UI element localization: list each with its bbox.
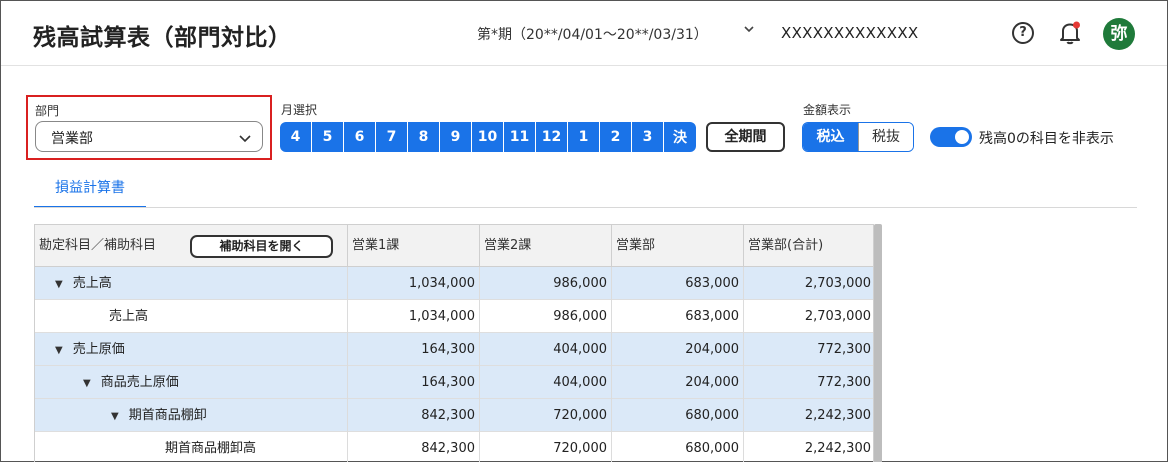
header-column[interactable]: 営業1課 (347, 225, 479, 267)
month-button-3[interactable]: 3 (632, 122, 664, 152)
cell-value: 404,000 (479, 333, 611, 366)
header-column[interactable]: 営業2課 (479, 225, 611, 267)
row-label-wrap: ▼ 期首商品棚卸 (111, 399, 207, 432)
amount-display-label: 金額表示 (803, 103, 852, 117)
cell-value: 2,703,000 (743, 300, 873, 333)
chevron-down-icon[interactable] (743, 23, 755, 39)
month-button-1[interactable]: 1 (568, 122, 600, 152)
row-label: 売上高 (109, 309, 149, 324)
period-selector[interactable]: 第*期（20**/04/01〜20**/03/31） (477, 24, 708, 44)
month-button-7[interactable]: 7 (376, 122, 408, 152)
cell-value: 680,000 (611, 399, 743, 432)
caret-down-icon[interactable]: ▼ (55, 268, 63, 301)
month-button-closing[interactable]: 決 (664, 122, 696, 152)
table-row[interactable]: ▼ 売上高 1,034,000 986,000 683,000 2,703,000 (35, 267, 873, 300)
avatar[interactable]: 弥 (1103, 18, 1135, 50)
department-filter: 部門 営業部 (26, 95, 272, 160)
cell-value: 164,300 (347, 333, 479, 366)
row-label: 売上原価 (72, 342, 125, 357)
tax-excluded-option[interactable]: 税抜 (857, 123, 913, 151)
hide-zero-label: 残高0の科目を非表示 (979, 131, 1114, 147)
cell-value: 680,000 (611, 432, 743, 462)
table-row[interactable]: ▼ 商品売上原価 164,300 404,000 204,000 772,300 (35, 366, 873, 399)
department-select[interactable]: 営業部 (35, 121, 263, 152)
cell-value: 164,300 (347, 366, 479, 399)
table-row[interactable]: 売上高 1,034,000 986,000 683,000 2,703,000 (35, 300, 873, 333)
cell-value: 772,300 (743, 333, 873, 366)
cell-value: 772,300 (743, 366, 873, 399)
month-selector: 4 5 6 7 8 9 10 11 12 1 2 3 決 (280, 122, 696, 152)
table-row[interactable]: ▼ 売上原価 164,300 404,000 204,000 772,300 (35, 333, 873, 366)
table-header: 勘定科目／補助科目 補助科目を開く 営業1課 営業2課 営業部 営業部(合計) (35, 225, 873, 267)
cell-value: 986,000 (479, 300, 611, 333)
tax-included-option[interactable]: 税込 (803, 123, 858, 151)
table-row[interactable]: 期首商品棚卸高 842,300 720,000 680,000 2,242,30… (35, 432, 873, 462)
header-column[interactable]: 営業部(合計) (743, 225, 873, 267)
page-title: 残高試算表（部門対比） (33, 25, 292, 51)
month-label: 月選択 (281, 103, 318, 117)
header-column[interactable]: 営業部 (611, 225, 743, 267)
caret-down-icon[interactable]: ▼ (83, 367, 91, 400)
row-label-wrap: ▼ 売上高 (55, 267, 112, 300)
month-button-5[interactable]: 5 (312, 122, 344, 152)
month-button-8[interactable]: 8 (408, 122, 440, 152)
cell-value: 1,034,000 (347, 267, 479, 300)
cell-value: 720,000 (479, 399, 611, 432)
company-name: XXXXXXXXXXXXX (781, 24, 919, 42)
row-label: 期首商品棚卸高 (165, 441, 257, 456)
cell-value: 842,300 (347, 432, 479, 462)
cell-value: 683,000 (611, 300, 743, 333)
toggle-knob (955, 130, 969, 144)
chevron-down-icon (238, 130, 252, 144)
cell-value: 204,000 (611, 366, 743, 399)
notification-bell-icon[interactable] (1058, 20, 1082, 46)
open-sub-accounts-button[interactable]: 補助科目を開く (190, 235, 333, 258)
help-icon[interactable]: ? (1012, 22, 1034, 44)
month-button-9[interactable]: 9 (440, 122, 472, 152)
month-button-10[interactable]: 10 (472, 122, 504, 152)
department-label: 部門 (35, 104, 60, 118)
month-button-11[interactable]: 11 (504, 122, 536, 152)
all-period-button[interactable]: 全期間 (706, 122, 785, 152)
cell-value: 204,000 (611, 333, 743, 366)
cell-value: 986,000 (479, 267, 611, 300)
row-label: 期首商品棚卸 (128, 408, 207, 423)
amount-display-toggle: 税込 税抜 (802, 122, 914, 152)
month-button-2[interactable]: 2 (600, 122, 632, 152)
hide-zero-toggle[interactable] (930, 127, 972, 147)
row-label: 商品売上原価 (100, 375, 179, 390)
row-label: 売上高 (72, 276, 112, 291)
cell-value: 404,000 (479, 366, 611, 399)
app-header: 残高試算表（部門対比） 第*期（20**/04/01〜20**/03/31） X… (1, 1, 1167, 66)
header-account-label: 勘定科目／補助科目 (39, 238, 157, 253)
trial-balance-table: 勘定科目／補助科目 補助科目を開く 営業1課 営業2課 営業部 営業部(合計) … (34, 224, 874, 462)
cell-value: 2,242,300 (743, 432, 873, 462)
caret-down-icon[interactable]: ▼ (111, 400, 119, 433)
cell-value: 683,000 (611, 267, 743, 300)
cell-value: 1,034,000 (347, 300, 479, 333)
cell-value: 842,300 (347, 399, 479, 432)
cell-value: 2,703,000 (743, 267, 873, 300)
cell-value: 2,242,300 (743, 399, 873, 432)
cell-value: 720,000 (479, 432, 611, 462)
caret-down-icon[interactable]: ▼ (55, 334, 63, 367)
table-scrollbar[interactable] (874, 224, 882, 462)
row-label-wrap: ▼ 売上原価 (55, 333, 125, 366)
month-button-6[interactable]: 6 (344, 122, 376, 152)
month-button-4[interactable]: 4 (280, 122, 312, 152)
tab-income-statement[interactable]: 損益計算書 (34, 177, 146, 208)
month-button-12[interactable]: 12 (536, 122, 568, 152)
tab-divider (34, 207, 1137, 208)
row-label-wrap: ▼ 商品売上原価 (83, 366, 179, 399)
department-value: 営業部 (51, 131, 93, 147)
table-row[interactable]: ▼ 期首商品棚卸 842,300 720,000 680,000 2,242,30… (35, 399, 873, 432)
